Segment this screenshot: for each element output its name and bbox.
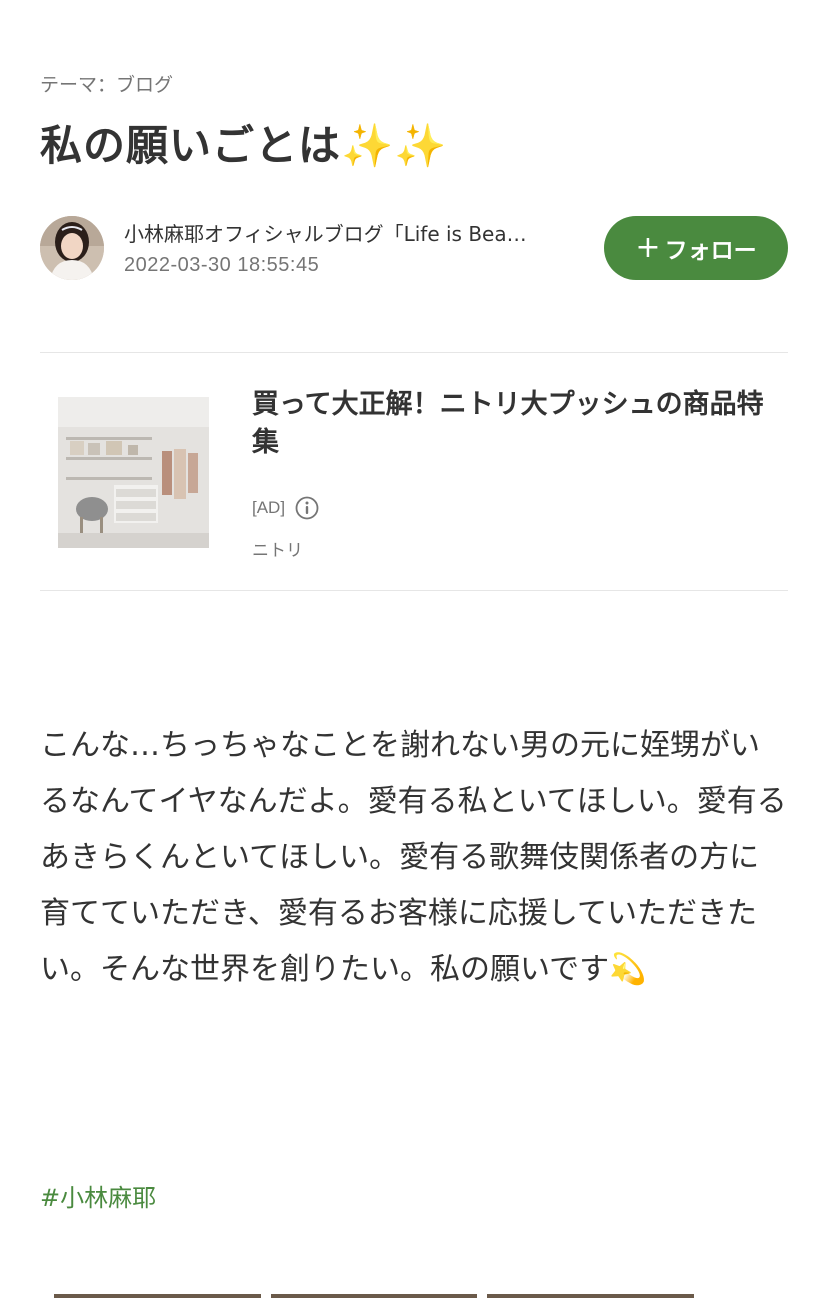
ad-label-row: [AD] bbox=[252, 494, 319, 522]
ad-title[interactable]: 買って大正解！ニトリ大プッシュの商品特集 bbox=[252, 386, 772, 462]
follow-button[interactable]: + フォロー bbox=[604, 216, 788, 280]
follow-button-label: フォロー bbox=[664, 238, 757, 264]
avatar-image bbox=[40, 216, 104, 280]
plus-icon: + bbox=[635, 230, 661, 265]
divider bbox=[40, 352, 788, 353]
ad-label: [AD] bbox=[252, 498, 286, 517]
post-date: 2022-03-30 18:55:45 bbox=[124, 254, 320, 276]
ad-sponsor: ニトリ bbox=[252, 541, 303, 561]
article-body-text: こんな…ちっちゃなことを謝れない男の元に姪甥がいるなんてイヤなんだよ。愛有る私と… bbox=[40, 728, 787, 987]
hashtag-link[interactable]: #小林麻耶 bbox=[40, 1178, 156, 1213]
image-thumbnail[interactable] bbox=[54, 1294, 261, 1298]
image-strip bbox=[54, 1294, 695, 1298]
info-icon[interactable] bbox=[295, 496, 319, 520]
dizzy-icon: 💫 bbox=[609, 952, 647, 987]
blog-name[interactable]: 小林麻耶オフィシャルブログ「Life is Bea… bbox=[124, 218, 584, 247]
ad-card[interactable]: 買って大正解！ニトリ大プッシュの商品特集 [AD] ニトリ bbox=[40, 354, 788, 590]
article-title: 私の願いごとは✨✨ bbox=[40, 121, 448, 170]
theme-label[interactable]: テーマ：ブログ bbox=[40, 70, 173, 97]
image-thumbnail[interactable] bbox=[270, 1294, 478, 1298]
avatar[interactable] bbox=[40, 216, 104, 280]
article-body: こんな…ちっちゃなことを謝れない男の元に姪甥がいるなんてイヤなんだよ。愛有る私と… bbox=[40, 718, 788, 998]
author-row: 小林麻耶オフィシャルブログ「Life is Bea… 2022-03-30 18… bbox=[40, 216, 788, 280]
image-thumbnail[interactable] bbox=[487, 1294, 695, 1298]
divider bbox=[40, 590, 788, 591]
ad-thumbnail bbox=[58, 397, 209, 548]
